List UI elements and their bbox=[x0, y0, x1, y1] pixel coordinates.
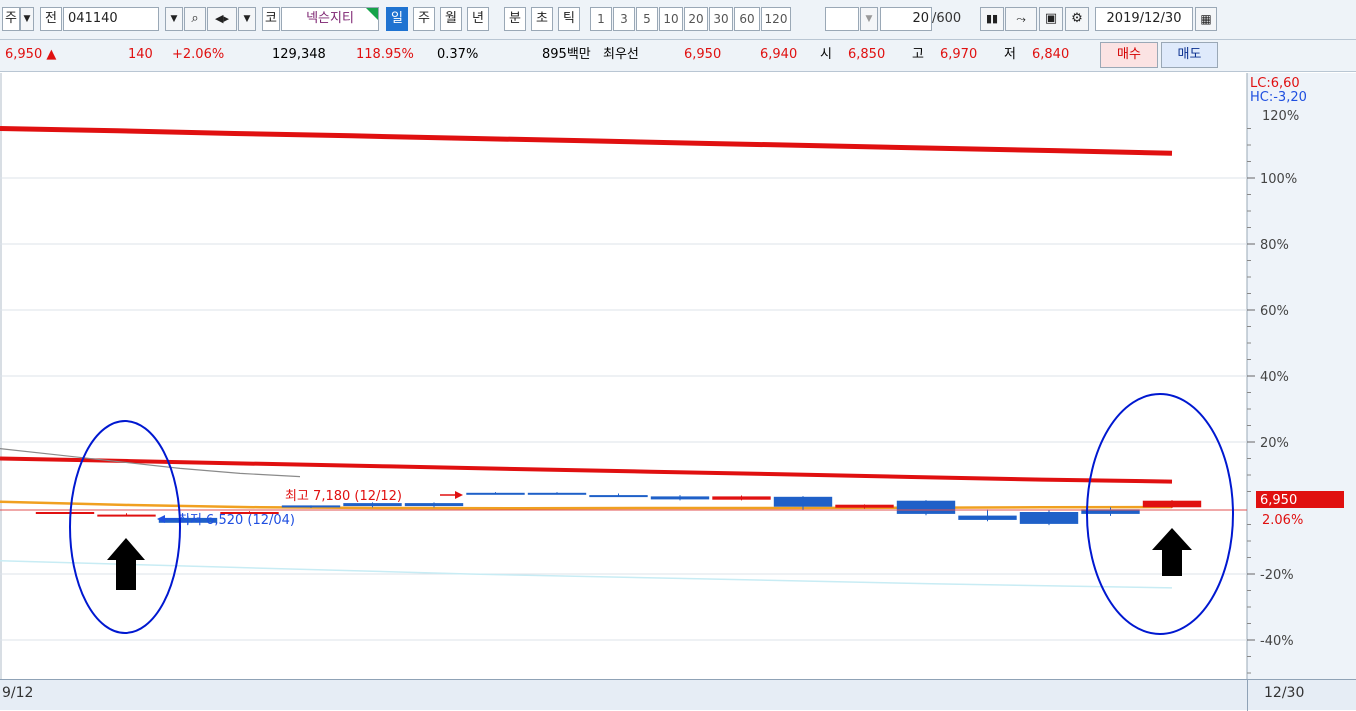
candle-body bbox=[1019, 512, 1079, 524]
x-start-label: 9/12 bbox=[2, 685, 34, 701]
buy-button[interactable]: 매수 bbox=[1100, 42, 1158, 68]
interval-custom-input[interactable] bbox=[825, 7, 859, 31]
interval-60[interactable]: 60 bbox=[734, 7, 760, 31]
price-value: 6,950 bbox=[5, 47, 43, 62]
toolbar: 주 ▼ 전 041140 ▼ ⌕ ◀▸ ▼ 코 넥슨지티 일 주 월 년 분 초… bbox=[0, 0, 1356, 40]
candle-body bbox=[650, 496, 710, 500]
tab-week[interactable]: 주 bbox=[413, 7, 435, 31]
interval-30[interactable]: 30 bbox=[709, 7, 733, 31]
price-change: 140 bbox=[128, 47, 153, 62]
candle-body bbox=[835, 504, 894, 508]
open-label: 시 bbox=[820, 47, 832, 62]
chevron-down-icon[interactable]: ▼ bbox=[238, 7, 256, 31]
chart-canvas[interactable]: 100% 80% 60% 40% 20% -20% -40% LC:6,60 HC:-3,2… bbox=[0, 73, 1356, 679]
candle-type-icon[interactable]: ▮▮ bbox=[980, 7, 1004, 31]
chevron-down-icon[interactable]: ▼ bbox=[20, 7, 34, 31]
volume: 129,348 bbox=[272, 47, 326, 62]
candle-body bbox=[97, 514, 156, 517]
gear-icon[interactable]: ⚙ bbox=[1065, 7, 1089, 31]
tab-second[interactable]: 초 bbox=[531, 7, 553, 31]
high-annotation: 최고 7,180 (12/12) bbox=[285, 489, 402, 504]
market-select[interactable]: 주 bbox=[2, 7, 20, 31]
volume-ratio: 118.95% bbox=[356, 47, 414, 62]
candle-body bbox=[773, 496, 833, 507]
y-tick-label: -20% bbox=[1260, 568, 1294, 583]
candle-body bbox=[958, 515, 1017, 520]
x-axis-bar: 9/12 12/30 bbox=[0, 679, 1356, 711]
y-tick-label: 80% bbox=[1260, 238, 1289, 253]
stock-code-input[interactable]: 041140 bbox=[63, 7, 159, 31]
low-price: 6,840 bbox=[1032, 47, 1070, 62]
calendar-icon[interactable]: ▦ bbox=[1195, 7, 1217, 31]
search-icon[interactable]: ⌕ bbox=[184, 7, 206, 31]
y-tick-label: -40% bbox=[1260, 634, 1294, 649]
quote-bar: 6,950 ▲ 140 +2.06% 129,348 118.95% 0.37%… bbox=[0, 40, 1356, 72]
sound-icon[interactable]: ◀▸ bbox=[207, 7, 237, 31]
interval-1[interactable]: 1 bbox=[590, 7, 612, 31]
tab-minute[interactable]: 분 bbox=[504, 7, 526, 31]
candle-body bbox=[281, 505, 341, 508]
interval-5[interactable]: 5 bbox=[636, 7, 658, 31]
save-icon[interactable]: ▣ bbox=[1039, 7, 1063, 31]
high-price: 6,970 bbox=[940, 47, 978, 62]
interval-10[interactable]: 10 bbox=[659, 7, 683, 31]
candle-body bbox=[404, 503, 464, 507]
turnover-rate: 0.37% bbox=[437, 47, 479, 62]
tab-year[interactable]: 년 bbox=[467, 7, 489, 31]
candle-body bbox=[589, 495, 648, 498]
price-chart[interactable]: 100% 80% 60% 40% 20% -20% -40% LC:6,60 HC:-3,2… bbox=[0, 73, 1356, 679]
y-tick-label: 40% bbox=[1260, 370, 1289, 385]
count-input[interactable]: 20 bbox=[880, 7, 932, 31]
trade-amount: 895백만 bbox=[542, 47, 591, 62]
open-price: 6,850 bbox=[848, 47, 886, 62]
bid-label: 최우선 bbox=[603, 47, 639, 62]
interval-120[interactable]: 120 bbox=[761, 7, 791, 31]
candle-body bbox=[35, 512, 95, 514]
interval-3[interactable]: 3 bbox=[613, 7, 635, 31]
stock-flag-icon bbox=[366, 8, 378, 20]
prev-select[interactable]: 전 bbox=[40, 7, 62, 31]
interval-20[interactable]: 20 bbox=[684, 7, 708, 31]
low-label: 저 bbox=[1004, 47, 1016, 62]
y-tick-label: 100% bbox=[1260, 172, 1297, 187]
candle-body bbox=[896, 500, 956, 514]
date-input[interactable]: 2019/12/30 bbox=[1095, 7, 1193, 31]
high-label: 고 bbox=[912, 47, 924, 62]
line-tool-icon[interactable]: ⤳ bbox=[1005, 7, 1037, 31]
candle-body bbox=[527, 492, 587, 495]
sell-button[interactable]: 매도 bbox=[1161, 42, 1218, 68]
chevron-down-icon[interactable]: ▼ bbox=[165, 7, 183, 31]
bid-price: 6,940 bbox=[760, 47, 798, 62]
y-tick-label: 20% bbox=[1260, 436, 1289, 451]
x-axis-divider bbox=[1247, 680, 1248, 711]
x-end-label: 12/30 bbox=[1264, 685, 1305, 701]
price-change-pct: +2.06% bbox=[172, 47, 225, 62]
candle-body bbox=[466, 492, 525, 495]
current-price-tag-label: 6,950 bbox=[1260, 493, 1297, 508]
legend-hc: HC:-3,20 bbox=[1250, 90, 1307, 105]
legend-lc: LC:6,60 bbox=[1250, 76, 1300, 91]
y-tick-top-partial: 120% bbox=[1262, 109, 1299, 124]
tab-tick[interactable]: 틱 bbox=[558, 7, 580, 31]
y-tick-label: 60% bbox=[1260, 304, 1289, 319]
tab-month[interactable]: 월 bbox=[440, 7, 462, 31]
current-price: 6,950 ▲ bbox=[5, 46, 56, 64]
up-arrow-icon: ▲ bbox=[46, 47, 57, 62]
stock-name: 넥슨지티 bbox=[281, 7, 379, 31]
current-change-label: 2.06% bbox=[1262, 513, 1303, 528]
low-annotation: 최저 6,520 (12/04) bbox=[178, 513, 295, 528]
chevron-down-icon[interactable]: ▼ bbox=[860, 7, 878, 31]
ask-price: 6,950 bbox=[684, 47, 722, 62]
tab-day[interactable]: 일 bbox=[386, 7, 408, 31]
candle-body bbox=[1142, 500, 1202, 508]
market-tag: 코 bbox=[262, 7, 280, 31]
count-max-label: /600 bbox=[932, 11, 962, 26]
candle-body bbox=[712, 496, 771, 500]
